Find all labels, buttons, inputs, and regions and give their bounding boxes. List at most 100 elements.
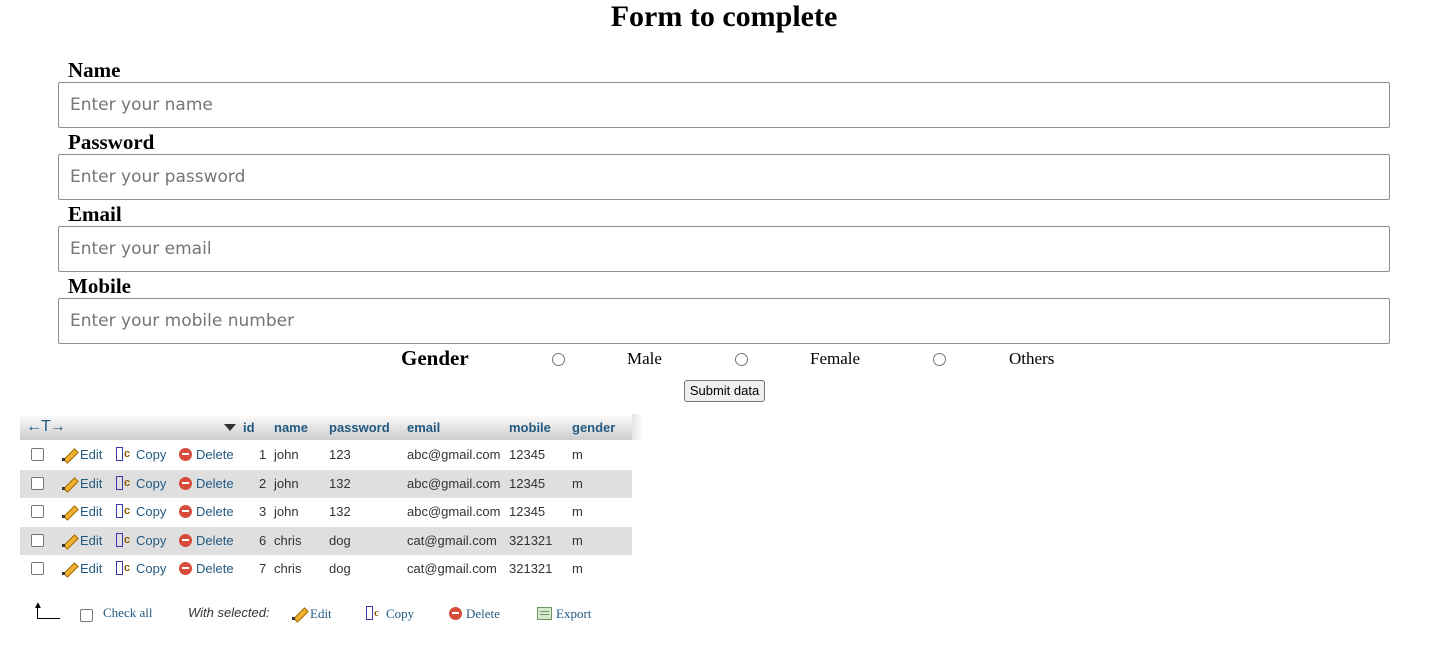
cell-mobile: 12345 xyxy=(509,447,546,462)
with-selected-label: With selected: xyxy=(188,605,270,620)
sort-dropdown-icon[interactable] xyxy=(224,424,236,431)
cell-mobile: 12345 xyxy=(509,504,546,520)
table-row: Edit c Copy Delete 2 john 132 abc@gmail.com 1234… xyxy=(20,469,632,498)
gender-label: Gender xyxy=(401,346,469,370)
row-delete-link[interactable]: Delete xyxy=(179,447,234,463)
row-delete-label: Delete xyxy=(196,447,234,462)
gender-others-radio[interactable] xyxy=(933,353,946,366)
cell-id: 2 xyxy=(259,475,267,491)
cell-gender: m xyxy=(572,561,583,577)
cell-email: abc@gmail.com xyxy=(407,504,501,520)
mobile-input[interactable] xyxy=(58,298,1390,344)
pencil-icon xyxy=(62,476,76,490)
pencil-icon xyxy=(62,504,76,519)
bulk-copy-label: Copy xyxy=(386,606,415,621)
row-edit-link[interactable]: Edit xyxy=(62,476,102,492)
delete-icon xyxy=(179,476,192,490)
bulk-edit-label: Edit xyxy=(310,606,332,621)
bulk-copy-link[interactable]: c Copy xyxy=(366,606,414,622)
password-input[interactable] xyxy=(58,154,1390,200)
row-delete-label: Delete xyxy=(196,504,234,520)
cell-mobile: 321321 xyxy=(509,532,553,548)
col-header-name[interactable]: name xyxy=(274,421,308,435)
row-copy-link[interactable]: c Copy xyxy=(116,532,166,549)
cell-password: 123 xyxy=(329,447,351,462)
table-row: Edit c Copy Delete 6 chris dog cat@gmail.com 321… xyxy=(20,526,632,555)
row-copy-label: Copy xyxy=(136,561,167,577)
pencil-icon xyxy=(292,606,306,620)
submit-button[interactable]: Submit data xyxy=(684,380,765,402)
gender-female-radio[interactable] xyxy=(735,353,748,366)
bulk-edit-link[interactable]: Edit xyxy=(292,606,332,622)
row-checkbox[interactable] xyxy=(31,533,44,547)
copy-icon: c xyxy=(116,532,132,547)
col-header-id[interactable]: id xyxy=(243,421,255,435)
row-edit-label: Edit xyxy=(80,447,103,462)
cell-name: john xyxy=(274,504,299,520)
row-copy-label: Copy xyxy=(136,447,167,462)
bulk-delete-label: Delete xyxy=(466,606,500,621)
row-edit-link[interactable]: Edit xyxy=(62,504,102,520)
gender-male-radio[interactable] xyxy=(552,353,565,366)
cell-password: dog xyxy=(329,532,351,548)
bulk-delete-link[interactable]: Delete xyxy=(449,606,500,622)
cell-name: chris xyxy=(274,561,302,577)
bulk-export-link[interactable]: Export xyxy=(537,606,591,622)
row-edit-link[interactable]: Edit xyxy=(62,561,102,577)
delete-icon xyxy=(179,448,192,461)
cell-email: abc@gmail.com xyxy=(407,447,501,462)
form-title: Form to complete xyxy=(610,0,838,33)
email-input[interactable] xyxy=(58,226,1390,272)
delete-icon xyxy=(179,562,192,576)
row-edit-link[interactable]: Edit xyxy=(62,447,102,463)
cell-id: 1 xyxy=(259,447,267,462)
cell-gender: m xyxy=(572,447,583,462)
copy-icon: c xyxy=(116,447,132,461)
row-copy-link[interactable]: c Copy xyxy=(116,447,166,463)
cell-password: 132 xyxy=(329,504,351,520)
column-nav-arrows[interactable]: ←T→ xyxy=(26,418,66,436)
row-delete-label: Delete xyxy=(196,561,234,577)
row-checkbox[interactable] xyxy=(31,448,44,461)
row-checkbox[interactable] xyxy=(31,505,44,519)
pencil-icon xyxy=(62,533,76,547)
header-fade xyxy=(632,414,644,440)
cell-password: 132 xyxy=(329,475,351,491)
row-copy-link[interactable]: c Copy xyxy=(116,504,166,520)
cell-mobile: 321321 xyxy=(509,561,553,577)
col-header-email[interactable]: email xyxy=(407,421,440,435)
pencil-icon xyxy=(62,561,76,576)
export-icon xyxy=(537,607,552,620)
check-all-checkbox[interactable] xyxy=(80,609,93,622)
cell-id: 3 xyxy=(259,504,267,520)
cell-password: dog xyxy=(329,561,351,577)
row-delete-link[interactable]: Delete xyxy=(179,504,234,520)
cell-name: john xyxy=(274,447,299,462)
row-delete-label: Delete xyxy=(196,532,234,548)
row-delete-label: Delete xyxy=(196,475,234,491)
row-edit-link[interactable]: Edit xyxy=(62,533,102,549)
cell-name: chris xyxy=(274,532,302,548)
row-copy-link[interactable]: c Copy xyxy=(116,561,166,577)
cell-gender: m xyxy=(572,504,583,520)
row-edit-label: Edit xyxy=(80,561,103,577)
col-header-password[interactable]: password xyxy=(329,421,390,435)
copy-icon: c xyxy=(116,475,132,490)
row-checkbox[interactable] xyxy=(31,562,44,576)
row-copy-label: Copy xyxy=(136,475,167,491)
name-input[interactable] xyxy=(58,82,1390,128)
col-header-gender[interactable]: gender xyxy=(572,421,615,435)
cell-id: 6 xyxy=(259,532,267,548)
cell-email: cat@gmail.com xyxy=(407,561,497,577)
row-delete-link[interactable]: Delete xyxy=(179,476,234,492)
row-delete-link[interactable]: Delete xyxy=(179,533,234,549)
copy-icon: c xyxy=(116,504,132,519)
row-delete-link[interactable]: Delete xyxy=(179,561,234,577)
copy-icon: c xyxy=(116,561,132,576)
row-copy-link[interactable]: c Copy xyxy=(116,475,167,492)
check-all-link[interactable]: Check all xyxy=(103,605,152,621)
row-checkbox[interactable] xyxy=(31,476,44,490)
col-header-mobile[interactable]: mobile xyxy=(509,421,551,435)
cell-mobile: 12345 xyxy=(509,475,546,491)
cell-id: 7 xyxy=(259,561,267,577)
